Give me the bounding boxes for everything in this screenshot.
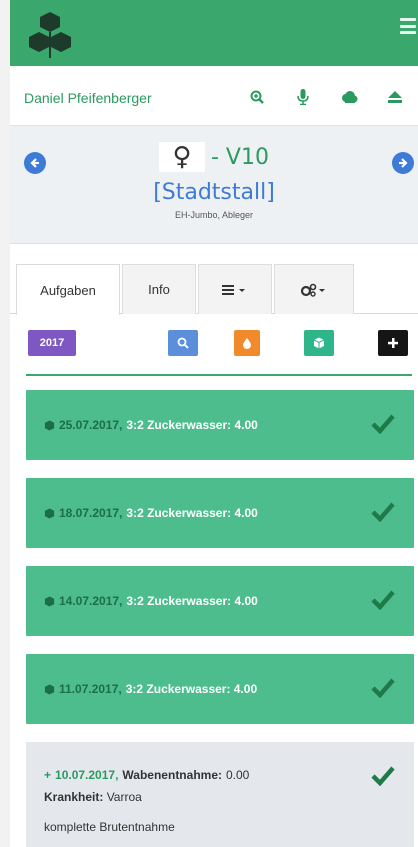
entry-note: komplette Brutentnahme: [44, 820, 175, 834]
gears-dropdown-icon: [300, 283, 325, 297]
entry-text: 25.07.2017, 3:2 Zuckerwasser: 4.00: [44, 418, 258, 432]
eject-icon[interactable]: [372, 86, 418, 108]
cube-icon: [44, 595, 55, 607]
microphone-icon[interactable]: [280, 86, 326, 108]
checkmark-icon[interactable]: [370, 412, 396, 434]
entry-text: + 10.07.2017, Wabenentnahme: 0.00: [44, 768, 249, 782]
hive-location[interactable]: [Stadtstall]: [10, 180, 418, 205]
year-button[interactable]: 2017: [28, 330, 76, 356]
task-list: 25.07.2017, 3:2 Zuckerwasser: 4.00 18.07…: [10, 376, 418, 847]
honeycomb-logo-icon: [29, 12, 71, 58]
hive-code: - V10: [211, 144, 269, 170]
entry-date: 25.07.2017,: [59, 418, 123, 432]
list-item-detail[interactable]: + 10.07.2017, Wabenentnahme: 0.00 Krankh…: [26, 742, 414, 847]
entry-description: 3:2 Zuckerwasser: 4.00: [126, 418, 258, 432]
hamburger-menu-icon[interactable]: [400, 18, 416, 34]
list-item[interactable]: 18.07.2017, 3:2 Zuckerwasser: 4.00: [26, 478, 414, 548]
search-button[interactable]: [168, 330, 198, 356]
next-hive-arrow-icon[interactable]: [392, 152, 414, 174]
cube-icon: [44, 419, 55, 431]
cloud-icon[interactable]: [326, 86, 372, 108]
checkmark-icon[interactable]: [370, 588, 396, 610]
hive-header: ♀ - V10 [Stadtstall] EH-Jumbo, Ableger: [10, 126, 418, 244]
checkmark-icon[interactable]: [370, 500, 396, 522]
list-item[interactable]: 25.07.2017, 3:2 Zuckerwasser: 4.00: [26, 390, 414, 460]
hive-title: ♀ - V10: [10, 142, 418, 172]
water-drop-button[interactable]: [234, 330, 260, 356]
entry-date: 14.07.2017,: [59, 594, 123, 608]
checkmark-icon[interactable]: [370, 676, 396, 698]
entry-date: 18.07.2017,: [59, 506, 123, 520]
entry-value: 0.00: [225, 768, 250, 782]
app-frame: Daniel Pfeifenberger ♀ - V10 [Stadtstall…: [10, 0, 418, 847]
tab-bar: Aufgaben Info: [10, 264, 418, 315]
entry-text: 11.07.2017, 3:2 Zuckerwasser: 4.00: [44, 682, 257, 696]
cube-icon: [44, 507, 55, 519]
search-icon: [177, 337, 189, 349]
cube-icon: [313, 337, 325, 349]
hive-subtitle: EH-Jumbo, Ableger: [174, 210, 254, 220]
entry-date: 10.07.2017,: [55, 768, 119, 782]
drop-icon: [243, 338, 251, 349]
tab-info[interactable]: Info: [122, 264, 196, 314]
plus-icon: [388, 338, 398, 348]
add-button[interactable]: [378, 330, 408, 356]
entry-description: 3:2 Zuckerwasser: 4.00: [126, 506, 258, 520]
tab-list-menu[interactable]: [198, 264, 272, 314]
spacer: [10, 244, 418, 264]
tab-settings-menu[interactable]: [274, 264, 354, 314]
zoom-search-icon[interactable]: [234, 86, 280, 108]
entry-text: 18.07.2017, 3:2 Zuckerwasser: 4.00: [44, 506, 258, 520]
plus-icon: +: [44, 768, 52, 782]
list-item[interactable]: 11.07.2017, 3:2 Zuckerwasser: 4.00: [26, 654, 414, 724]
tab-aufgaben[interactable]: Aufgaben: [16, 264, 120, 315]
entry-name: Wabenentnahme:: [122, 768, 222, 782]
cube-icon: [44, 683, 55, 695]
disease-value: Varroa: [106, 790, 142, 804]
cube-button[interactable]: [304, 330, 334, 356]
checkmark-icon[interactable]: [370, 764, 396, 786]
entry-text: 14.07.2017, 3:2 Zuckerwasser: 4.00: [44, 594, 258, 608]
entry-description: 3:2 Zuckerwasser: 4.00: [125, 682, 258, 696]
disease-label: Krankheit:: [44, 790, 104, 804]
queen-symbol: ♀: [159, 142, 205, 172]
action-toolbar: 2017: [26, 314, 412, 376]
top-bar: [10, 0, 418, 66]
entry-description: 3:2 Zuckerwasser: 4.00: [126, 594, 258, 608]
disease-line: Krankheit: Varroa: [44, 790, 142, 804]
list-item[interactable]: 14.07.2017, 3:2 Zuckerwasser: 4.00: [26, 566, 414, 636]
user-name[interactable]: Daniel Pfeifenberger: [24, 90, 152, 106]
user-bar: Daniel Pfeifenberger: [10, 66, 418, 126]
entry-date: 11.07.2017,: [59, 682, 122, 696]
list-dropdown-icon: [222, 284, 245, 295]
